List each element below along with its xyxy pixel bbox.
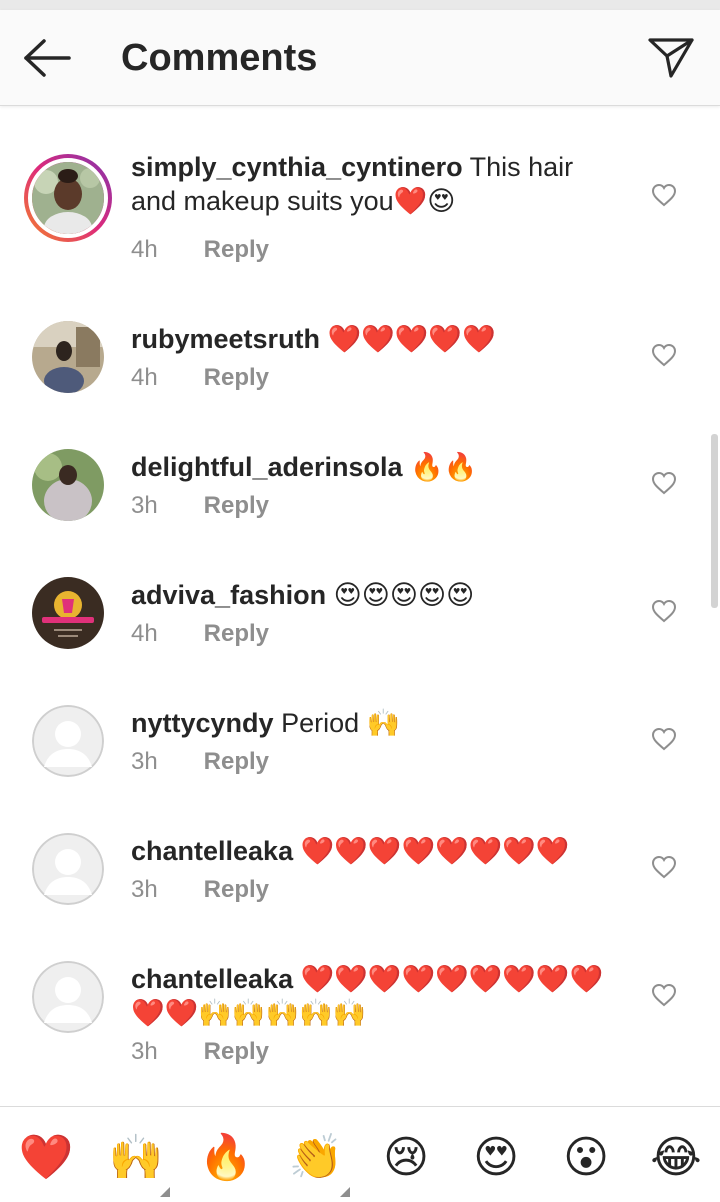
comment-meta: 3h Reply	[131, 1038, 269, 1066]
heart-outline-icon	[651, 599, 677, 623]
reply-button[interactable]: Reply	[204, 1038, 269, 1065]
reply-button[interactable]: Reply	[204, 364, 269, 391]
send-icon	[648, 38, 694, 78]
skin-tone-variant-icon	[160, 1187, 170, 1197]
arrow-left-icon	[24, 39, 71, 77]
default-avatar-icon	[32, 705, 104, 777]
crying-face-emoji: 😢	[383, 1133, 429, 1182]
like-button[interactable]	[648, 724, 680, 754]
comment-content: chantelleaka ❤️❤️❤️❤️❤️❤️❤️❤️	[131, 834, 621, 868]
like-button[interactable]	[648, 980, 680, 1010]
comment-time: 3h	[131, 1038, 158, 1065]
avatar[interactable]	[32, 577, 104, 649]
default-avatar-icon	[32, 961, 104, 1033]
raising-hands-emoji: 🙌	[108, 1133, 164, 1182]
reaction-raising-hands-button[interactable]: 🙌	[106, 1129, 170, 1197]
reaction-surprised-button[interactable]: 😮	[556, 1129, 616, 1187]
comment-text: Period 🙌	[281, 708, 401, 738]
comment-text: 🔥🔥	[410, 452, 478, 482]
like-button[interactable]	[648, 596, 680, 626]
back-button[interactable]	[14, 28, 80, 88]
heart-outline-icon	[651, 727, 677, 751]
comment-text: ❤️❤️❤️❤️❤️	[327, 324, 496, 354]
status-bar-strip	[0, 0, 720, 10]
app-header: Comments	[0, 10, 720, 106]
scrollbar-thumb[interactable]	[711, 434, 718, 608]
comment-time: 4h	[131, 620, 158, 647]
comment-time: 3h	[131, 876, 158, 903]
comment-username[interactable]: rubymeetsruth	[131, 324, 320, 354]
comment-content: rubymeetsruth ❤️❤️❤️❤️❤️	[131, 322, 621, 356]
comment-username[interactable]: nyttycyndy	[131, 708, 274, 738]
heart-outline-icon	[651, 343, 677, 367]
reaction-heart-eyes-button[interactable]: 😍	[466, 1129, 526, 1187]
quick-reaction-bar: ❤️ 🙌 🔥 👏 😢 😍 😮 😂	[0, 1106, 720, 1202]
reply-button[interactable]: Reply	[204, 620, 269, 647]
reply-button[interactable]: Reply	[204, 236, 269, 263]
surprised-face-emoji: 😮	[563, 1133, 609, 1182]
reply-button[interactable]: Reply	[204, 492, 269, 519]
page-title: Comments	[121, 37, 318, 79]
share-button[interactable]	[638, 28, 704, 88]
reaction-fire-button[interactable]: 🔥	[196, 1129, 256, 1187]
comment-username[interactable]: chantelleaka	[131, 964, 293, 994]
reaction-heart-button[interactable]: ❤️	[16, 1129, 76, 1187]
comment-time: 3h	[131, 748, 158, 775]
heart-outline-icon	[651, 471, 677, 495]
avatar	[32, 162, 104, 234]
heart-outline-icon	[651, 855, 677, 879]
comment-text: 😍😍😍😍😍	[333, 580, 475, 610]
comment-text: ❤️❤️❤️❤️❤️❤️❤️❤️	[300, 836, 570, 866]
comment-time: 3h	[131, 492, 158, 519]
comment-username[interactable]: delightful_aderinsola	[131, 452, 403, 482]
avatar[interactable]	[32, 961, 104, 1033]
comment-content: delightful_aderinsola 🔥🔥	[131, 450, 621, 484]
reply-button[interactable]: Reply	[204, 876, 269, 903]
avatar[interactable]	[32, 321, 104, 393]
avatar[interactable]	[32, 705, 104, 777]
like-button[interactable]	[648, 468, 680, 498]
avatar[interactable]	[32, 833, 104, 905]
brand-logo-avatar	[32, 577, 104, 649]
comment-content: adviva_fashion 😍😍😍😍😍	[131, 578, 621, 612]
comments-list[interactable]: simply_cynthia_cyntinero This hair and m…	[0, 106, 720, 1106]
like-button[interactable]	[648, 852, 680, 882]
comment-username[interactable]: adviva_fashion	[131, 580, 326, 610]
default-avatar-icon	[32, 833, 104, 905]
comment-meta: 4h Reply	[131, 236, 269, 264]
comment-time: 4h	[131, 236, 158, 263]
like-button[interactable]	[648, 340, 680, 370]
avatar-image	[32, 321, 104, 393]
comment-content: nyttycyndy Period 🙌	[131, 706, 621, 740]
comment-meta: 3h Reply	[131, 876, 269, 904]
comment-meta: 3h Reply	[131, 492, 269, 520]
fire-emoji: 🔥	[198, 1133, 254, 1182]
avatar-story-ring[interactable]	[24, 154, 112, 242]
comment-meta: 3h Reply	[131, 748, 269, 776]
avatar-image	[32, 449, 104, 521]
comment-content: chantelleaka ❤️❤️❤️❤️❤️❤️❤️❤️❤️❤️❤️🙌🙌🙌🙌🙌	[131, 962, 621, 1030]
reaction-laughing-button[interactable]: 😂	[646, 1129, 706, 1187]
reaction-clapping-button[interactable]: 👏	[286, 1129, 350, 1197]
comment-content: simply_cynthia_cyntinero This hair and m…	[131, 150, 621, 218]
skin-tone-variant-icon	[340, 1187, 350, 1197]
comment-meta: 4h Reply	[131, 620, 269, 648]
comment-time: 4h	[131, 364, 158, 391]
reply-button[interactable]: Reply	[204, 748, 269, 775]
tears-of-joy-emoji: 😂	[650, 1133, 702, 1182]
heart-outline-icon	[651, 183, 677, 207]
reaction-crying-button[interactable]: 😢	[376, 1129, 436, 1187]
like-button[interactable]	[648, 180, 680, 210]
heart-eyes-emoji: 😍	[473, 1133, 519, 1182]
heart-emoji: ❤️	[18, 1133, 74, 1182]
comment-username[interactable]: chantelleaka	[131, 836, 293, 866]
heart-outline-icon	[651, 983, 677, 1007]
comment-username[interactable]: simply_cynthia_cyntinero	[131, 152, 463, 182]
clapping-hands-emoji: 👏	[288, 1133, 344, 1182]
avatar[interactable]	[32, 449, 104, 521]
comment-meta: 4h Reply	[131, 364, 269, 392]
